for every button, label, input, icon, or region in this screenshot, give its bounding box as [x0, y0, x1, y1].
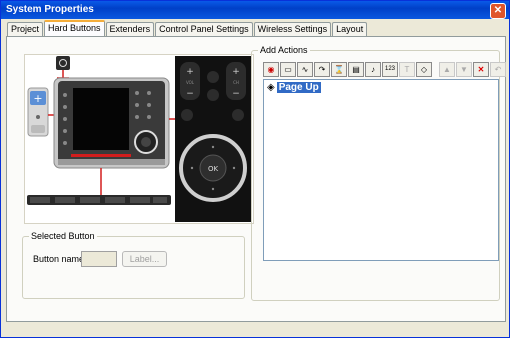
close-button[interactable]: ✕ [490, 3, 506, 19]
svg-text:+: + [232, 67, 240, 77]
home-button[interactable] [181, 109, 193, 121]
svg-text:+: + [186, 67, 194, 77]
move-down-icon[interactable]: ▼ [456, 62, 472, 77]
ok-label: OK [208, 165, 219, 173]
device-icon[interactable]: ▭ [280, 62, 296, 77]
button-name-label: Button name: [33, 254, 87, 264]
tab-wireless-settings[interactable]: Wireless Settings [253, 22, 332, 36]
guide-button[interactable] [232, 109, 244, 121]
svg-text:−: − [186, 89, 194, 99]
text-icon[interactable]: T [399, 62, 415, 77]
tab-project[interactable]: Project [7, 22, 44, 36]
remote-screen [73, 88, 129, 150]
system-properties-window: System Properties ✕ Project Hard Buttons… [0, 0, 510, 338]
close-icon: ✕ [493, 5, 503, 16]
vol-label: VOL [186, 80, 195, 85]
add-actions-legend: Add Actions [258, 45, 310, 55]
tab-hard-buttons[interactable]: Hard Buttons [44, 20, 105, 36]
tab-extenders[interactable]: Extenders [105, 22, 155, 36]
number-icon[interactable]: 123 [382, 62, 398, 77]
actions-list[interactable]: ◈ Page Up [263, 79, 499, 261]
tab-layout[interactable]: Layout [332, 22, 368, 36]
actions-toolbar: ◉ ▭ ∿ ↷ ⌛ ▤ ♪ 123 T ◇ ▲ ▼ ✕ ↶ [263, 62, 507, 77]
hard-buttons-page: + + − VOL + − CH OK Selected Button Butt… [6, 36, 506, 322]
ch-label: CH [233, 80, 239, 85]
erase-icon[interactable]: ◇ [416, 62, 432, 77]
move-up-icon[interactable]: ▲ [439, 62, 455, 77]
remote-illustration: + + − VOL + − CH OK [27, 56, 251, 222]
back-button[interactable] [207, 89, 219, 101]
selected-button-group: Selected Button Button name: Label... [22, 231, 245, 299]
undo-icon[interactable]: ↶ [490, 62, 506, 77]
side-minus-button[interactable] [31, 125, 45, 133]
label-button[interactable]: Label... [122, 251, 167, 267]
svg-text:+: + [33, 92, 42, 105]
ir-code-icon[interactable]: ◉ [263, 62, 279, 77]
mute-button[interactable] [207, 71, 219, 83]
window-title: System Properties [6, 4, 94, 15]
remote-image-area: + + − VOL + − CH OK [24, 54, 254, 224]
title-bar[interactable]: System Properties ✕ [1, 1, 509, 19]
svg-text:−: − [232, 89, 240, 99]
tag-icon: ◈ [267, 82, 275, 93]
tab-control-panel-settings[interactable]: Control Panel Settings [155, 22, 253, 36]
tab-strip: Project Hard Buttons Extenders Control P… [7, 20, 368, 36]
jump-icon[interactable]: ↷ [314, 62, 330, 77]
delete-icon[interactable]: ✕ [473, 62, 489, 77]
button-name-field[interactable] [81, 251, 117, 267]
delay-icon[interactable]: ⌛ [331, 62, 347, 77]
selected-button-legend: Selected Button [29, 231, 97, 241]
sound-icon[interactable]: ♪ [365, 62, 381, 77]
action-label: Page Up [276, 82, 321, 93]
power-button[interactable] [56, 56, 70, 70]
list-item[interactable]: ◈ Page Up [267, 82, 321, 93]
page-icon[interactable]: ▤ [348, 62, 364, 77]
wave-icon[interactable]: ∿ [297, 62, 313, 77]
